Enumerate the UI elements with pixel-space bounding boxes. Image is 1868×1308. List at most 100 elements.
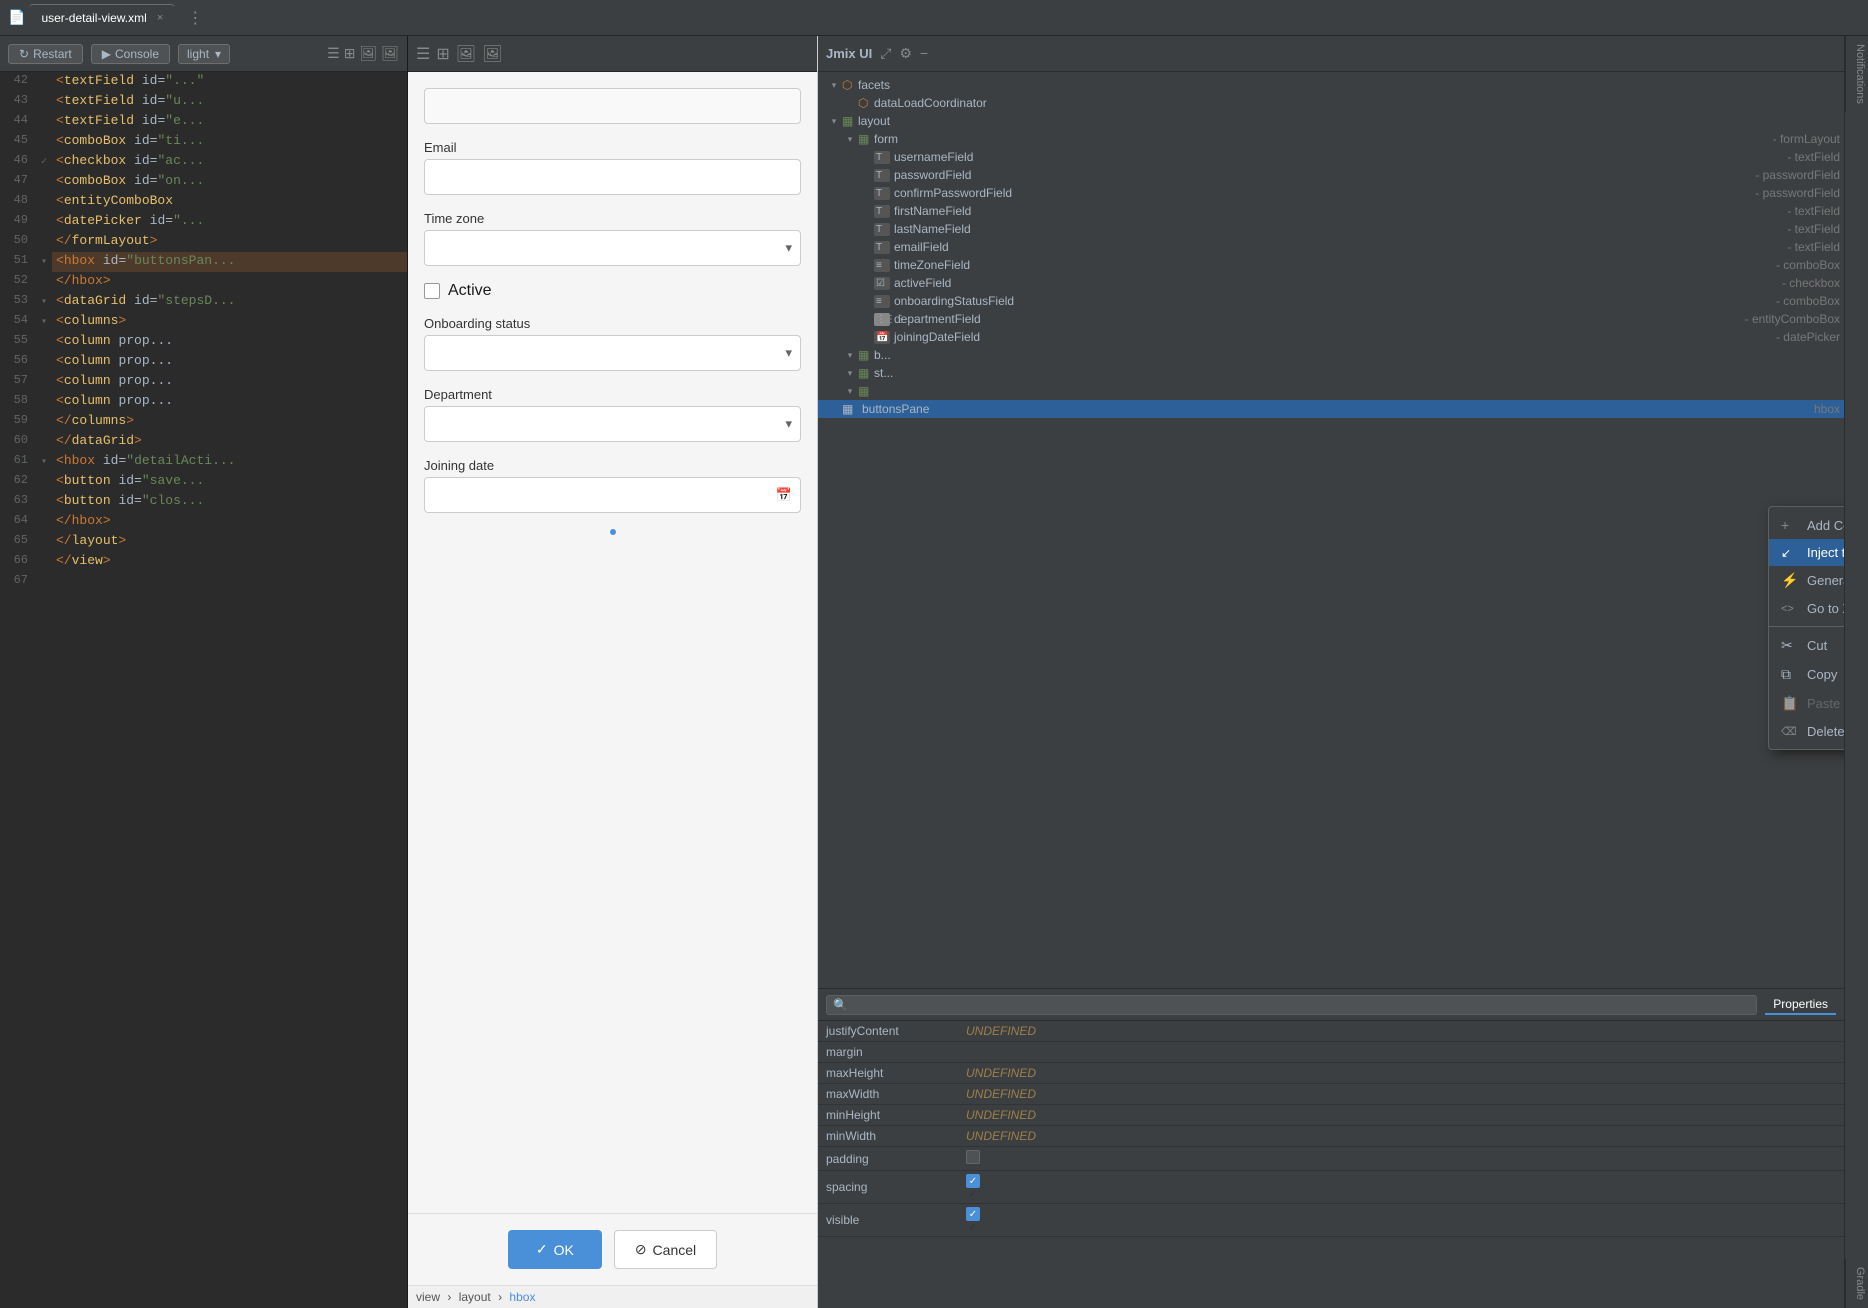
joining-date-input[interactable]: 📅 xyxy=(424,477,801,513)
ctx-delete[interactable]: ⌫ Delete ⌫ xyxy=(1769,718,1844,745)
onboarding-select[interactable]: ▾ xyxy=(424,335,801,371)
preview-grid-icon[interactable]: ⊞ xyxy=(436,44,449,64)
properties-table: justifyContent UNDEFINED margin maxHeigh… xyxy=(818,1021,1844,1308)
gradle-tab[interactable]: Gradle xyxy=(1845,1259,1868,1308)
active-row: Active xyxy=(424,282,801,300)
tree-item-facets[interactable]: ▾ ⬡ facets xyxy=(818,76,1844,94)
timezone-select[interactable]: ▾ xyxy=(424,230,801,266)
tree-item-detail[interactable]: ▾ ▦ xyxy=(818,382,1844,400)
code-line-63: 63 <button id="clos... xyxy=(0,492,407,512)
ctx-go-to-xml[interactable]: <> Go to XML xyxy=(1769,595,1844,622)
tree-item-lastnamefield[interactable]: T lastNameField - textField xyxy=(818,220,1844,238)
tree-item-joiningdatefield[interactable]: 📅 joiningDateField - datePicker xyxy=(818,328,1844,346)
spacing-checkbox[interactable]: ✓ xyxy=(966,1174,980,1188)
ctx-paste[interactable]: 📋 Paste ⌘V xyxy=(1769,689,1844,718)
search-input[interactable] xyxy=(852,998,1750,1012)
code-line-61: 61 ▾ <hbox id="detailActi... xyxy=(0,452,407,472)
tree-item-onboardingstatusfield[interactable]: ≡ onboardingStatusField - comboBox xyxy=(818,292,1844,310)
joining-date-field-group: Joining date 📅 xyxy=(424,458,801,513)
properties-panel: 🔍 Properties justifyContent UNDEFINED ma… xyxy=(818,988,1844,1308)
form-icon: ▦ xyxy=(858,132,874,146)
grid-icon[interactable]: ⊞ xyxy=(344,45,356,62)
code-line-45: 45 <comboBox id="ti... xyxy=(0,132,407,152)
tab-close-button[interactable]: × xyxy=(157,12,163,24)
jmix-settings-icon[interactable]: ⚙ xyxy=(899,45,912,62)
tab-user-detail-view[interactable]: user-detail-view.xml × xyxy=(29,4,175,32)
tree-item-dataloadcoordinator[interactable]: ⬡ dataLoadCoordinator xyxy=(818,94,1844,112)
jmix-collapse-icon[interactable]: ⤢ xyxy=(880,45,891,62)
department-label: Department xyxy=(424,387,801,402)
preview-panel: ☰ ⊞ 🖼 🖼 Email Time zone xyxy=(408,36,818,1308)
preview-image1-icon[interactable]: 🖼 xyxy=(456,44,476,64)
console-button[interactable]: ▶ Console xyxy=(91,44,170,64)
preview-hamburger-icon[interactable]: ☰ xyxy=(416,44,430,64)
tree-item-usernamefield[interactable]: T usernameField - textField xyxy=(818,148,1844,166)
ctx-copy[interactable]: ⧉ Copy ⌘C xyxy=(1769,660,1844,689)
ctx-add-component[interactable]: + Add Component... xyxy=(1769,511,1844,539)
bottom-spacer xyxy=(424,543,801,563)
tree-item-firstnamefield[interactable]: T firstNameField - textField xyxy=(818,202,1844,220)
cut-icon: ✂ xyxy=(1781,637,1797,654)
top-empty-field xyxy=(424,88,801,124)
notifications-tab[interactable]: Notifications xyxy=(1845,36,1868,112)
view-label: view xyxy=(416,1290,440,1304)
email-input[interactable] xyxy=(424,159,801,195)
editor-icons: ☰ ⊞ 🖼 🖼 xyxy=(327,45,399,62)
jmix-header: Jmix UI ⤢ ⚙ − xyxy=(818,36,1844,72)
ctx-generate-handler[interactable]: ⚡ Generate Handler xyxy=(1769,566,1844,595)
department-select[interactable]: ▾ xyxy=(424,406,801,442)
tree-item-emailfield[interactable]: T emailField - textField xyxy=(818,238,1844,256)
restart-button[interactable]: ↻ Restart xyxy=(8,44,83,64)
tree-item-form[interactable]: ▾ ▦ form - formLayout xyxy=(818,130,1844,148)
layout-icon: ▦ xyxy=(842,114,858,128)
preview-image2-icon[interactable]: 🖼 xyxy=(482,44,502,64)
ctx-cut-label: Cut xyxy=(1807,638,1844,653)
ok-button[interactable]: ✓ OK xyxy=(508,1230,602,1269)
onboarding-label: Onboarding status xyxy=(424,316,801,331)
file-icon: 📄 xyxy=(8,9,25,26)
properties-search[interactable]: 🔍 xyxy=(826,995,1757,1015)
padding-checkbox[interactable] xyxy=(966,1150,980,1164)
breadcrumb-sep2: › xyxy=(498,1290,502,1304)
properties-tab[interactable]: Properties xyxy=(1765,995,1836,1015)
ctx-inject-to-controller[interactable]: ↙ Inject to Controller xyxy=(1769,539,1844,566)
active-checkbox[interactable] xyxy=(424,283,440,299)
hbox-label: hbox xyxy=(509,1290,535,1304)
code-line-42: 42 <textField id="..." xyxy=(0,72,407,92)
code-line-50: 50 </formLayout> xyxy=(0,232,407,252)
image1-icon[interactable]: 🖼 xyxy=(359,45,377,62)
visible-checkbox[interactable]: ✓ xyxy=(966,1207,980,1221)
jmix-panel: Jmix UI ⤢ ⚙ − ▾ ⬡ facets ⬡ dataLo xyxy=(818,36,1844,1308)
active-label: Active xyxy=(448,282,492,300)
code-line-56: 56 <column prop... xyxy=(0,352,407,372)
ctx-cut[interactable]: ✂ Cut ⌘X xyxy=(1769,631,1844,660)
tree-item-activefield[interactable]: ☑ activeField - checkbox xyxy=(818,274,1844,292)
image2-icon[interactable]: 🖼 xyxy=(381,45,399,62)
prop-row-minwidth: minWidth UNDEFINED xyxy=(818,1126,1844,1147)
ctx-separator1 xyxy=(1769,626,1844,627)
prop-row-justifycontent: justifyContent UNDEFINED xyxy=(818,1021,1844,1042)
st-arrow-icon: ▾ xyxy=(842,368,858,379)
jmix-minimize-icon[interactable]: − xyxy=(920,45,928,62)
hamburger-icon[interactable]: ☰ xyxy=(327,45,340,62)
theme-dropdown[interactable]: light ▾ xyxy=(178,44,230,64)
tree-item-st[interactable]: ▾ ▦ st... xyxy=(818,364,1844,382)
tree-item-departmentfield[interactable]: ⋮⋮⋮ departmentField - entityComboBox xyxy=(818,310,1844,328)
tree-item-passwordfield[interactable]: T passwordField - passwordField xyxy=(818,166,1844,184)
tree-item-buttonspane[interactable]: ▦ buttonsPane hbox xyxy=(818,400,1844,418)
preview-breadcrumb: view › layout › hbox xyxy=(408,1285,817,1308)
top-input[interactable] xyxy=(424,88,801,124)
tab-menu-icon[interactable]: ⋮ xyxy=(187,8,203,28)
copy-icon: ⧉ xyxy=(1781,666,1797,683)
console-icon: ▶ xyxy=(102,47,111,61)
onboarding-field-group: Onboarding status ▾ xyxy=(424,316,801,371)
tree-item-b[interactable]: ▾ ▦ b... xyxy=(818,346,1844,364)
tree-item-layout[interactable]: ▾ ▦ layout xyxy=(818,112,1844,130)
tree-item-timezonefield[interactable]: ≡ timeZoneField - comboBox xyxy=(818,256,1844,274)
layout-label: layout xyxy=(459,1290,491,1304)
tree-item-confirmpasswordfield[interactable]: T confirmPasswordField - passwordField xyxy=(818,184,1844,202)
code-line-62: 62 <button id="save... xyxy=(0,472,407,492)
code-line-67: 67 xyxy=(0,572,407,592)
editor-toolbar: ↻ Restart ▶ Console light ▾ ☰ ⊞ 🖼 🖼 xyxy=(0,36,407,72)
cancel-button[interactable]: ⊘ Cancel xyxy=(614,1230,717,1269)
